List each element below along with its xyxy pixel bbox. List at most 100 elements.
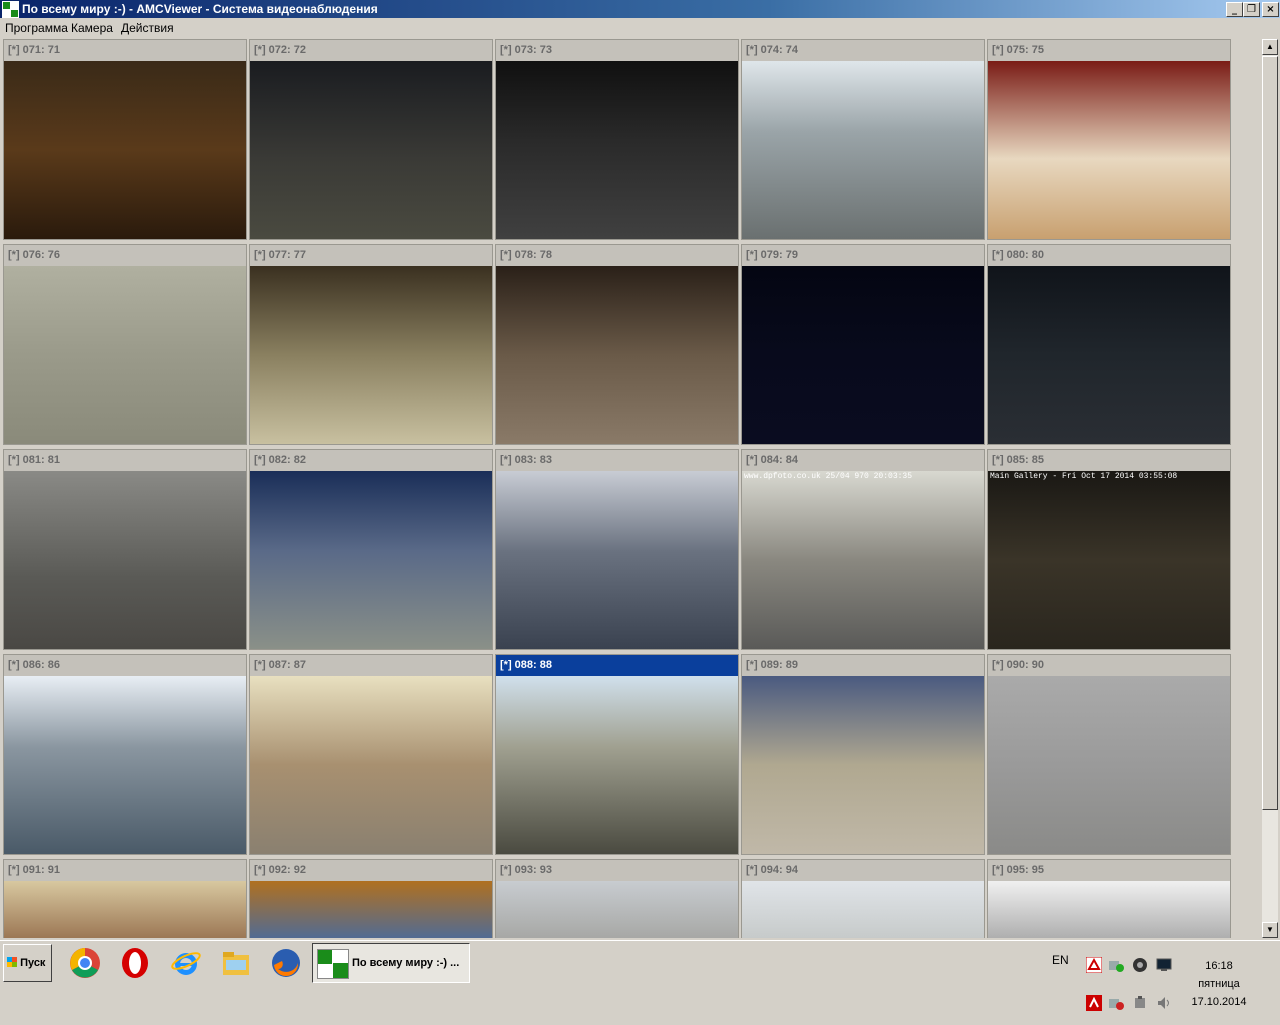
menu-program[interactable]: Программа: [5, 21, 68, 35]
start-button[interactable]: Пуск: [3, 944, 52, 982]
camera-header[interactable]: [*] 083: 83: [496, 450, 738, 471]
camera-header[interactable]: [*] 073: 73: [496, 40, 738, 61]
camera-tile[interactable]: [*] 085: 85 Main Gallery - Fri Oct 17 201…: [987, 449, 1231, 650]
camera-header[interactable]: [*] 095: 95: [988, 860, 1230, 881]
camera-tile[interactable]: [*] 081: 81: [3, 449, 247, 650]
camera-feed-image[interactable]: [988, 676, 1230, 854]
camera-feed-image[interactable]: [742, 266, 984, 444]
camera-header[interactable]: [*] 091: 91: [4, 860, 246, 881]
camera-tile[interactable]: [*] 072: 72: [249, 39, 493, 240]
camera-feed-image[interactable]: [988, 266, 1230, 444]
scroll-up-button[interactable]: ▲: [1262, 39, 1278, 55]
camera-header[interactable]: [*] 085: 85: [988, 450, 1230, 471]
camera-tile[interactable]: [*] 082: 82: [249, 449, 493, 650]
camera-tile[interactable]: [*] 083: 83: [495, 449, 739, 650]
antivirus-icon[interactable]: [1132, 957, 1148, 973]
camera-header[interactable]: [*] 082: 82: [250, 450, 492, 471]
camera-header[interactable]: [*] 074: 74: [742, 40, 984, 61]
camera-header[interactable]: [*] 080: 80: [988, 245, 1230, 266]
camera-tile[interactable]: [*] 094: 94: [741, 859, 985, 938]
camera-feed-image[interactable]: Main Gallery - Fri Oct 17 2014 03:55:08: [988, 471, 1230, 649]
camera-feed-image[interactable]: [988, 881, 1230, 938]
restore-button[interactable]: ❐: [1243, 2, 1260, 17]
camera-header[interactable]: [*] 092: 92: [250, 860, 492, 881]
title-bar[interactable]: По всему миру :-) - AMCViewer - Система …: [0, 0, 1280, 18]
camera-tile[interactable]: [*] 091: 91: [3, 859, 247, 938]
camera-feed-image[interactable]: www.dpfoto.co.uk 25/04 970 20:03:35: [742, 471, 984, 649]
camera-header[interactable]: [*] 079: 79: [742, 245, 984, 266]
camera-tile[interactable]: [*] 071: 71: [3, 39, 247, 240]
file-explorer-icon[interactable]: [220, 947, 252, 979]
task-button-amcviewer[interactable]: По всему миру :-) ...: [312, 943, 470, 983]
camera-tile[interactable]: [*] 092: 92: [249, 859, 493, 938]
usb-device-icon[interactable]: [1132, 995, 1148, 1011]
language-indicator[interactable]: EN: [1052, 953, 1069, 967]
scroll-down-button[interactable]: ▼: [1262, 922, 1278, 938]
close-button[interactable]: ×: [1262, 2, 1279, 17]
camera-feed-image[interactable]: [742, 881, 984, 938]
camera-header[interactable]: [*] 087: 87: [250, 655, 492, 676]
camera-feed-image[interactable]: [742, 676, 984, 854]
camera-feed-image[interactable]: [988, 61, 1230, 239]
chrome-icon[interactable]: [69, 947, 101, 979]
scroll-thumb[interactable]: [1262, 56, 1278, 810]
firefox-icon[interactable]: [270, 947, 302, 979]
camera-tile[interactable]: [*] 088: 88: [495, 654, 739, 855]
camera-tile[interactable]: [*] 076: 76: [3, 244, 247, 445]
camera-header[interactable]: [*] 090: 90: [988, 655, 1230, 676]
camera-header[interactable]: [*] 089: 89: [742, 655, 984, 676]
acrobat-icon[interactable]: [1086, 995, 1102, 1011]
camera-feed-image[interactable]: [496, 471, 738, 649]
camera-tile[interactable]: [*] 086: 86: [3, 654, 247, 855]
camera-feed-image[interactable]: [4, 266, 246, 444]
camera-feed-image[interactable]: [496, 676, 738, 854]
camera-feed-image[interactable]: [496, 61, 738, 239]
opera-icon[interactable]: [119, 947, 151, 979]
camera-header[interactable]: [*] 072: 72: [250, 40, 492, 61]
camera-feed-image[interactable]: [250, 471, 492, 649]
camera-header[interactable]: [*] 078: 78: [496, 245, 738, 266]
camera-header[interactable]: [*] 077: 77: [250, 245, 492, 266]
camera-feed-image[interactable]: [4, 471, 246, 649]
camera-tile[interactable]: [*] 077: 77: [249, 244, 493, 445]
network-error-icon[interactable]: [1108, 995, 1124, 1011]
camera-tile[interactable]: [*] 089: 89: [741, 654, 985, 855]
system-clock[interactable]: 16:18 пятница 17.10.2014: [1186, 957, 1252, 1011]
camera-tile[interactable]: [*] 093: 93: [495, 859, 739, 938]
volume-icon[interactable]: [1156, 995, 1172, 1011]
menu-actions[interactable]: Действия: [121, 21, 174, 35]
camera-tile[interactable]: [*] 073: 73: [495, 39, 739, 240]
camera-header[interactable]: [*] 094: 94: [742, 860, 984, 881]
camera-header[interactable]: [*] 075: 75: [988, 40, 1230, 61]
camera-tile[interactable]: [*] 095: 95: [987, 859, 1231, 938]
app-icon[interactable]: [2, 1, 19, 18]
camera-tile[interactable]: [*] 080: 80: [987, 244, 1231, 445]
menu-camera[interactable]: Камера: [71, 21, 113, 35]
camera-feed-image[interactable]: [250, 266, 492, 444]
camera-header[interactable]: [*] 081: 81: [4, 450, 246, 471]
camera-feed-image[interactable]: [496, 881, 738, 938]
camera-header[interactable]: [*] 076: 76: [4, 245, 246, 266]
internet-explorer-icon[interactable]: [170, 947, 202, 979]
camera-feed-image[interactable]: [4, 881, 246, 938]
camera-feed-image[interactable]: [4, 676, 246, 854]
minimize-button[interactable]: _: [1226, 2, 1243, 17]
camera-feed-image[interactable]: [496, 266, 738, 444]
display-icon[interactable]: [1156, 957, 1172, 973]
camera-feed-image[interactable]: [250, 61, 492, 239]
camera-header[interactable]: [*] 086: 86: [4, 655, 246, 676]
camera-tile[interactable]: [*] 090: 90: [987, 654, 1231, 855]
network-ok-icon[interactable]: [1108, 957, 1124, 973]
camera-feed-image[interactable]: [250, 676, 492, 854]
camera-header[interactable]: [*] 088: 88: [496, 655, 738, 676]
camera-header[interactable]: [*] 084: 84: [742, 450, 984, 471]
camera-header[interactable]: [*] 093: 93: [496, 860, 738, 881]
vertical-scrollbar[interactable]: ▲ ▼: [1262, 39, 1278, 938]
camera-header[interactable]: [*] 071: 71: [4, 40, 246, 61]
camera-tile[interactable]: [*] 075: 75: [987, 39, 1231, 240]
camera-tile[interactable]: [*] 078: 78: [495, 244, 739, 445]
camera-feed-image[interactable]: [742, 61, 984, 239]
pdf-reader-icon[interactable]: [1086, 957, 1102, 973]
camera-tile[interactable]: [*] 084: 84 www.dpfoto.co.uk 25/04 970 20…: [741, 449, 985, 650]
camera-feed-image[interactable]: [4, 61, 246, 239]
